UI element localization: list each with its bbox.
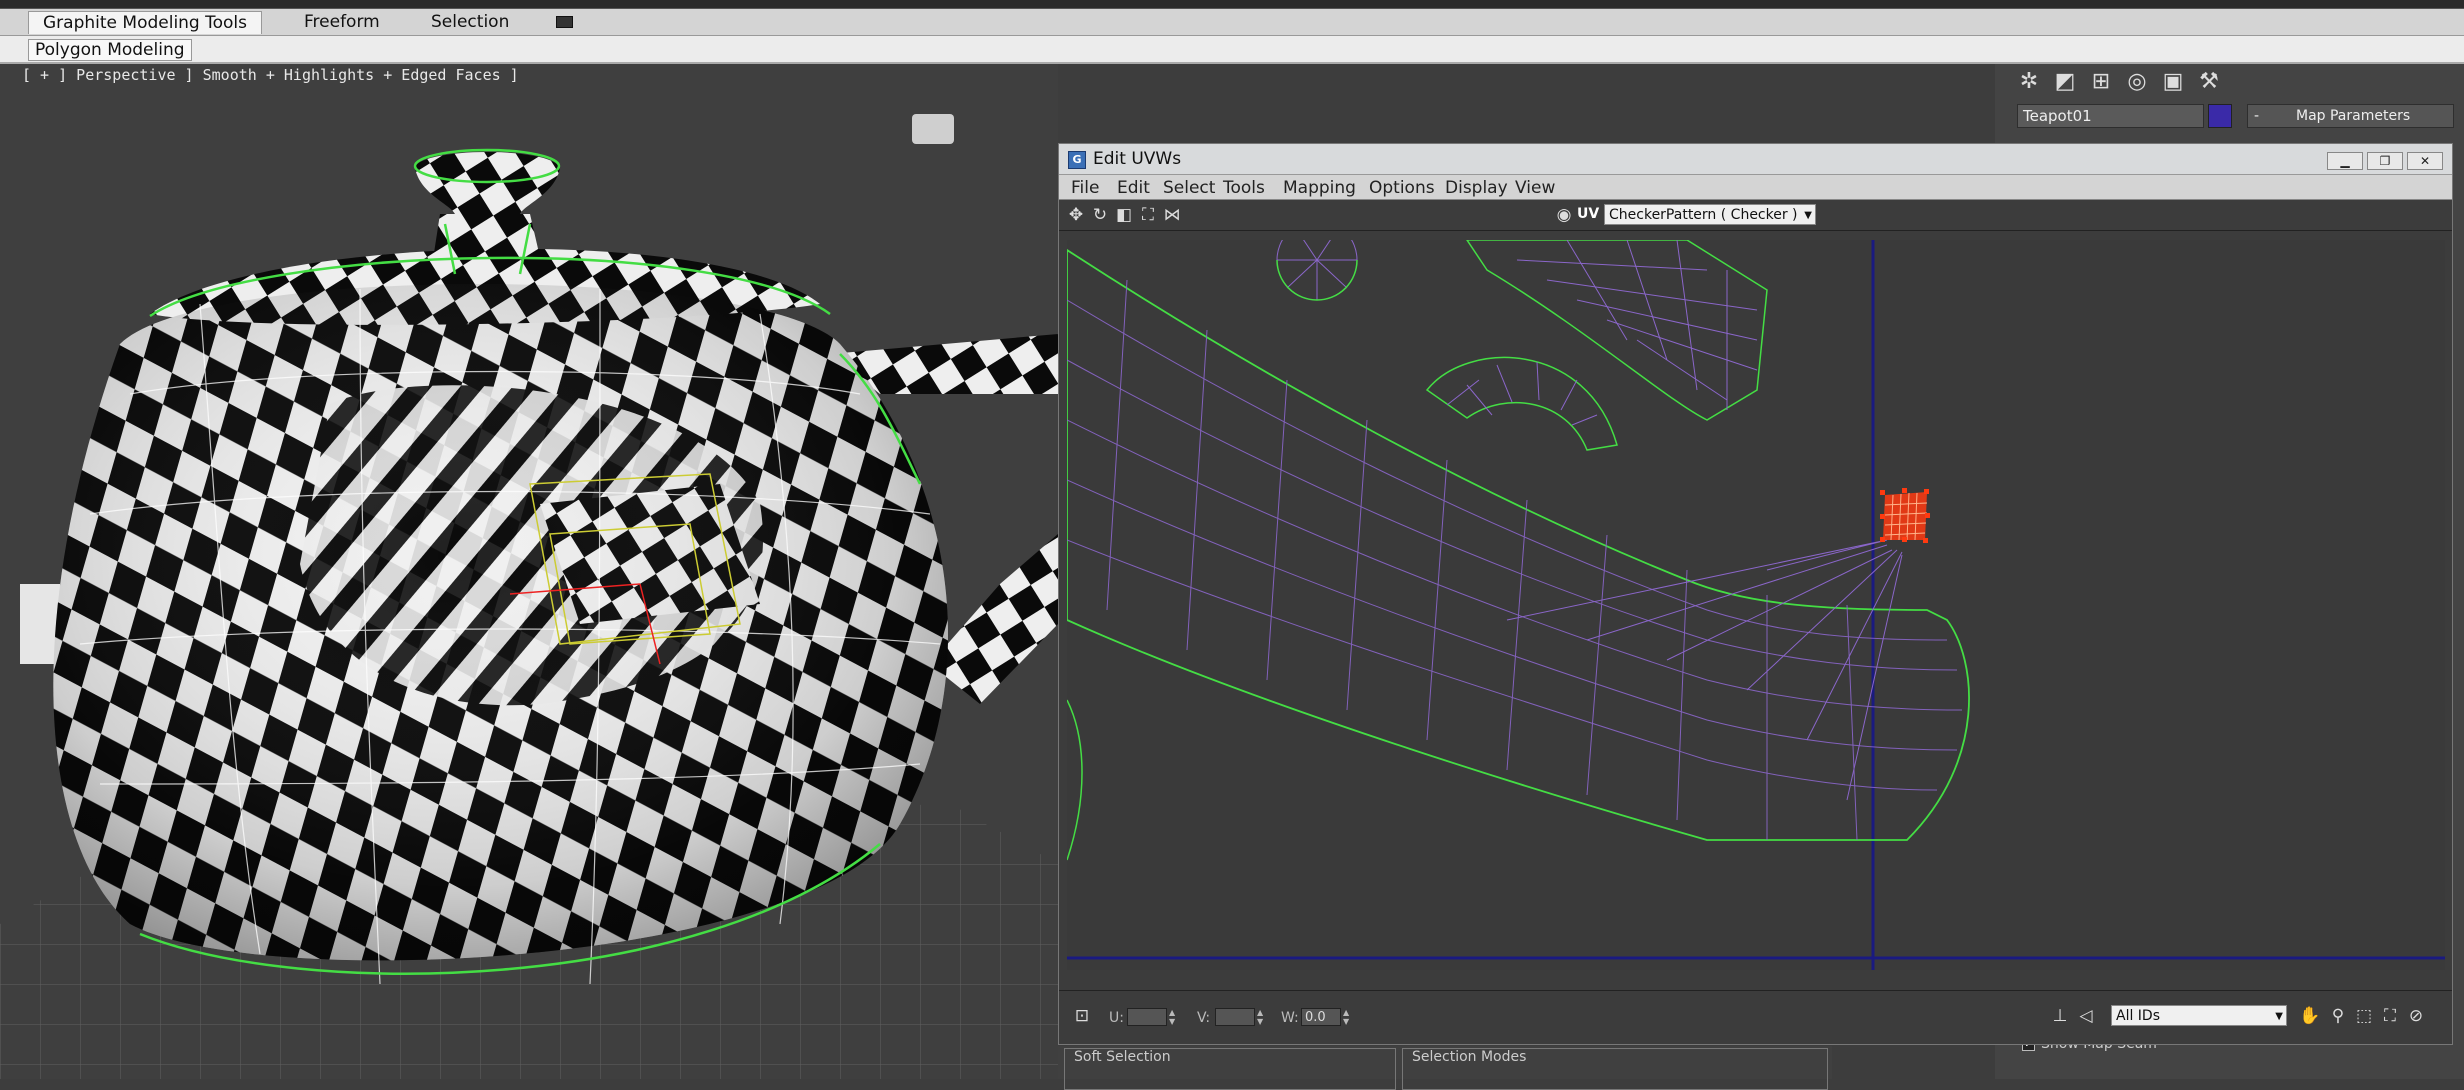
soft-selection-group: Soft Selection [1064, 1048, 1396, 1090]
material-id-value: All IDs [2116, 1008, 2161, 1024]
title-bar-strip [0, 0, 2464, 9]
uvw-toolbar: ✥ ↻ ◧ ⛶ ⋈ ◉ UV CheckerPattern ( Checker … [1059, 200, 2452, 231]
app-logo-icon: G [1068, 151, 1086, 169]
mirror-icon[interactable]: ⋈ [1161, 204, 1183, 226]
material-id-dropdown[interactable]: All IDs ▼ [2111, 1005, 2287, 1026]
selection-modes-title: Selection Modes [1409, 1049, 1530, 1065]
hierarchy-icon[interactable]: ⊞ [2087, 68, 2115, 96]
menu-tools[interactable]: Tools [1223, 178, 1265, 198]
texture-dropdown[interactable]: CheckerPattern ( Checker ) ▼ [1604, 204, 1816, 225]
pan-hand-icon[interactable]: ✋ [2299, 1005, 2321, 1027]
u-spinner[interactable]: ▲ ▼ [1169, 1008, 1179, 1026]
absolute-offset-icon[interactable]: ⊡ [1071, 1005, 1093, 1027]
bottom-rollouts: Soft Selection Selection Modes [1058, 1046, 1832, 1090]
motion-icon[interactable]: ◎ [2123, 68, 2151, 96]
menu-view[interactable]: View [1515, 178, 1555, 198]
texture-dropdown-value: CheckerPattern ( Checker ) [1609, 207, 1798, 223]
object-name-field[interactable]: Teapot01 [2017, 104, 2204, 128]
map-parameters-rollout[interactable]: - Map Parameters [2247, 104, 2454, 128]
v-label: V: [1197, 1010, 1211, 1026]
tab-selection[interactable]: Selection [417, 11, 523, 33]
rollout-toggle: - [2254, 108, 2260, 124]
zoom-icon[interactable]: ⚲ [2327, 1005, 2349, 1027]
w-spinner[interactable]: ▲ ▼ [1343, 1008, 1353, 1026]
menu-bar: File Edit Select Tools Mapping Options D… [1059, 175, 2452, 200]
move-icon[interactable]: ✥ [1065, 204, 1087, 226]
tab-freeform[interactable]: Freeform [290, 11, 394, 33]
u-field[interactable] [1127, 1008, 1167, 1026]
menu-edit[interactable]: Edit [1117, 178, 1150, 198]
edit-uvws-window: G Edit UVWs ▁ ❐ ✕ File Edit Select Tools… [1058, 143, 2453, 1045]
scale-icon[interactable]: ◧ [1113, 204, 1135, 226]
freeform-icon[interactable]: ⛶ [1137, 204, 1159, 226]
uv-layout [1067, 240, 2445, 970]
menu-display[interactable]: Display [1445, 178, 1508, 198]
menu-options[interactable]: Options [1369, 178, 1435, 198]
window-title-bar[interactable]: G Edit UVWs ▁ ❐ ✕ [1059, 144, 2452, 175]
chevron-down-icon: ▼ [1804, 210, 1812, 221]
zoom-region-icon[interactable]: ⬚ [2353, 1005, 2375, 1027]
display-icon[interactable]: ▣ [2159, 68, 2187, 96]
filter-icon[interactable]: ◁ [2075, 1005, 2097, 1027]
u-label: U: [1109, 1010, 1124, 1026]
window-title: Edit UVWs [1093, 149, 1182, 169]
viewport-label[interactable]: [ + ] Perspective ] Smooth + Highlights … [22, 66, 519, 84]
ribbon-tabs: Graphite Modeling Tools Freeform Selecti… [0, 9, 2464, 36]
menu-file[interactable]: File [1071, 178, 1099, 198]
zoom-selected-icon[interactable]: ⊘ [2405, 1005, 2427, 1027]
create-icon[interactable]: ✲ [2015, 68, 2043, 96]
chevron-down-icon: ▼ [2275, 1011, 2283, 1022]
zoom-extents-icon[interactable]: ⛶ [2379, 1005, 2401, 1027]
selection-modes-group: Selection Modes [1402, 1048, 1828, 1090]
maximize-button[interactable]: ❐ [2367, 152, 2403, 170]
selected-uv-faces [1880, 488, 1930, 543]
menu-mapping[interactable]: Mapping [1283, 178, 1356, 198]
modify-icon[interactable]: ◩ [2051, 68, 2079, 96]
soft-selection-title: Soft Selection [1071, 1049, 1174, 1065]
ribbon-minimize-toggle[interactable] [556, 16, 573, 28]
close-button[interactable]: ✕ [2407, 152, 2443, 170]
v-spinner[interactable]: ▲ ▼ [1257, 1008, 1267, 1026]
checker-texture-icon[interactable]: ◉ [1553, 204, 1575, 226]
tab-graphite-modeling-tools[interactable]: Graphite Modeling Tools [28, 11, 263, 34]
rotate-icon[interactable]: ↻ [1089, 204, 1111, 226]
utilities-icon[interactable]: ⚒ [2195, 68, 2223, 96]
perspective-viewport[interactable]: [ + ] Perspective ] Smooth + Highlights … [0, 64, 1058, 1079]
uvw-status-bar: ⊡ U: ▲ ▼ V: ▲ ▼ W: 0.0 ▲ ▼ ⊥ ◁ All IDs ▼ ✋ … [1059, 990, 2452, 1043]
polygon-modeling-button[interactable]: Polygon Modeling [28, 39, 192, 61]
object-color-swatch[interactable] [2208, 104, 2232, 128]
ribbon-panel-bar: Polygon Modeling [0, 36, 2464, 64]
w-field[interactable]: 0.0 [1301, 1008, 1341, 1026]
uv-editor-canvas[interactable] [1067, 240, 2445, 970]
lock-icon[interactable]: ⊥ [2049, 1005, 2071, 1027]
v-field[interactable] [1215, 1008, 1255, 1026]
minimize-button[interactable]: ▁ [2327, 152, 2363, 170]
w-label: W: [1281, 1010, 1299, 1026]
teapot-render [0, 114, 1058, 1079]
menu-select[interactable]: Select [1163, 178, 1215, 198]
uv-channel-label: UV [1577, 206, 1600, 222]
rollout-title: Map Parameters [2296, 108, 2411, 124]
